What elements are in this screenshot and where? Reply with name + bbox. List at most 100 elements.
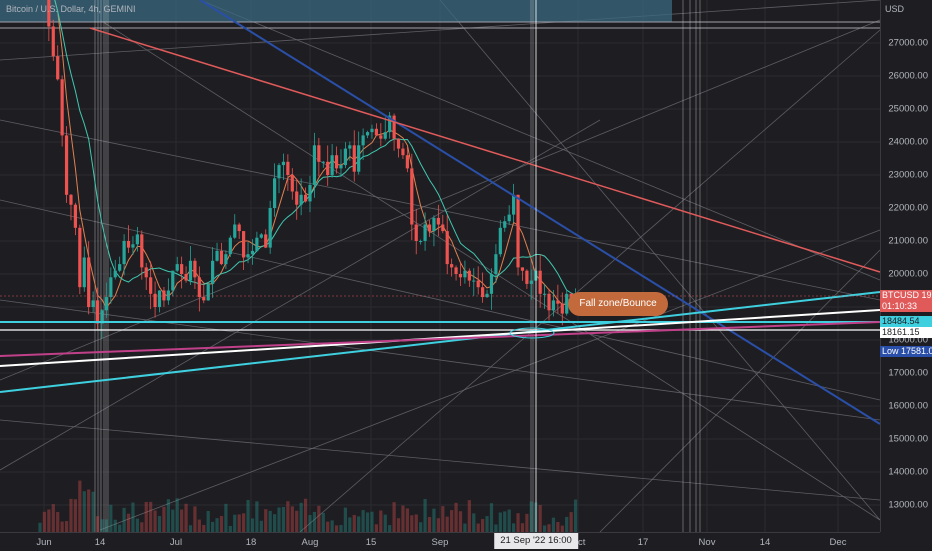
candle-body <box>157 290 162 307</box>
volume-bar <box>242 513 246 532</box>
time-tick-label: 17 <box>637 537 649 548</box>
candle-body <box>295 191 299 205</box>
candle-body <box>180 264 184 274</box>
volume-bar <box>171 509 175 532</box>
volume-bar <box>547 524 551 532</box>
candle-body <box>219 250 224 265</box>
volume-bar <box>551 517 556 532</box>
candle-body <box>286 161 290 175</box>
price-tick-label: 21000.00 <box>888 235 928 247</box>
volume-bar <box>472 513 476 532</box>
candle-body <box>339 165 343 169</box>
volume-bar <box>38 522 42 532</box>
volume-bar <box>95 516 100 532</box>
candle-body <box>255 237 259 251</box>
volume-bar <box>529 501 533 532</box>
volume-bar <box>135 518 139 532</box>
candle-body <box>69 194 73 205</box>
volume-bar <box>87 489 91 532</box>
price-tag-symbol: Low <box>882 346 902 356</box>
fall-zone-callout[interactable]: Fall zone/Bounce <box>568 292 668 316</box>
volume-bar <box>357 516 361 532</box>
volume-bar <box>348 517 352 532</box>
price-tick-label: 24000.00 <box>888 136 928 148</box>
volume-bar <box>162 506 166 532</box>
candle-body <box>427 224 432 232</box>
candle-body <box>242 231 246 258</box>
price-tag: Low 17581.01 <box>880 346 932 357</box>
candle-body <box>450 264 454 268</box>
volume-bar <box>264 509 268 532</box>
candle-body <box>126 241 131 248</box>
candle-body <box>264 234 268 248</box>
volume-bar <box>193 506 197 532</box>
volume-bar <box>215 518 219 532</box>
volume-bar <box>388 525 392 532</box>
volume-bar <box>157 515 162 532</box>
time-tick-label: Jul <box>169 537 183 548</box>
volume-bar <box>334 525 339 532</box>
volume-bar <box>184 503 188 532</box>
candle-body <box>197 277 201 298</box>
volume-bar <box>286 501 290 532</box>
candle-body <box>193 260 197 278</box>
price-tag-value: 17581.01 <box>901 346 932 356</box>
volume-bar <box>419 522 423 532</box>
candle-body <box>472 280 476 282</box>
price-tick-label: 27000.00 <box>888 37 928 49</box>
volume-bar <box>432 508 436 532</box>
candle-body <box>326 161 330 175</box>
candle-body <box>560 303 564 314</box>
volume-bar <box>565 516 569 532</box>
volume-bar <box>144 501 148 532</box>
candle-body <box>361 135 365 146</box>
time-tick-label: 14 <box>759 537 771 548</box>
candle-body <box>503 221 507 228</box>
price-tag-value: 18484.54 <box>882 316 920 326</box>
candle-body <box>211 260 215 284</box>
volume-bar <box>100 519 104 532</box>
volume-bar <box>47 509 51 532</box>
candle-body <box>82 257 86 288</box>
volume-bar <box>321 512 325 532</box>
time-tick-label: Nov <box>698 537 716 548</box>
volume-bar <box>69 498 73 532</box>
volume-bar <box>73 499 78 532</box>
candle-body <box>118 264 122 271</box>
candle-body <box>224 254 228 265</box>
price-tick-label: 15000.00 <box>888 433 928 445</box>
candle-body <box>489 274 494 294</box>
candle-body <box>343 148 348 166</box>
time-tick-label: Jun <box>36 537 52 548</box>
candle-body <box>374 128 378 136</box>
price-chart[interactable] <box>0 0 932 550</box>
candle-body <box>321 161 325 163</box>
volume-bar <box>573 499 578 532</box>
volume-bar <box>303 498 308 532</box>
crosshair-time-tag: 21 Sep '22 16:00 <box>494 533 578 549</box>
volume-bar <box>423 498 427 532</box>
volume-bar <box>64 521 69 532</box>
price-tag: 18161.15 <box>880 327 932 338</box>
volume-bar <box>290 506 294 532</box>
volume-bar <box>188 525 193 532</box>
volume-bar <box>268 510 272 532</box>
volume-bar <box>441 506 445 532</box>
candle-body <box>481 287 485 298</box>
candle-body <box>104 297 108 311</box>
volume-bar <box>233 514 237 532</box>
volume-bar <box>401 505 405 532</box>
price-tag: 18484.54 <box>880 316 932 327</box>
volume-bar <box>166 499 170 532</box>
volume-bar <box>445 516 449 532</box>
volume-bar <box>109 504 113 532</box>
price-tick-label: 22000.00 <box>888 202 928 214</box>
candle-body <box>149 277 153 294</box>
candle-body <box>458 274 463 278</box>
volume-bar <box>126 513 131 532</box>
volume-bar <box>396 518 401 532</box>
volume-bar <box>180 509 184 532</box>
candle-body <box>246 254 250 258</box>
candle-body <box>95 300 100 324</box>
volume-bar <box>326 521 330 532</box>
